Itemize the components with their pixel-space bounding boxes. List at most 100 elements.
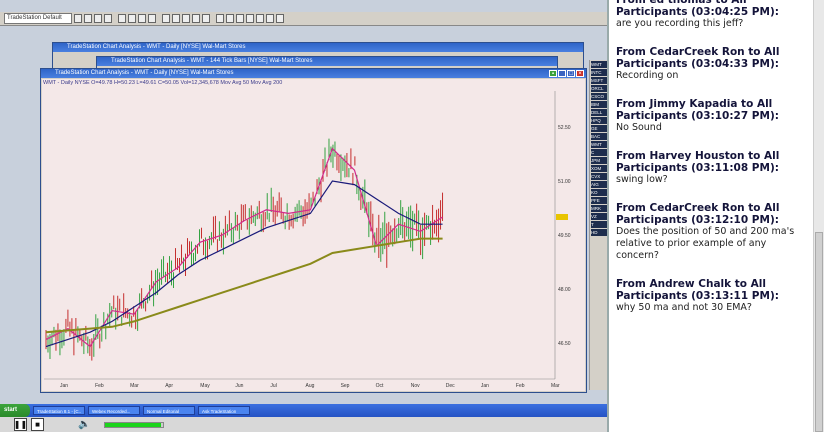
volume-icon[interactable]: 🔈 bbox=[78, 419, 90, 430]
chat-message-list: From ed thomas to All Participants (03:0… bbox=[616, 0, 812, 330]
paste-icon[interactable] bbox=[138, 14, 146, 23]
chart-canvas: 52.50 51.00 49.50 48.00 46.50 Jan Feb Mar Apr May… bbox=[44, 91, 571, 389]
copy-icon[interactable] bbox=[128, 14, 136, 23]
x-tick-label: Sep bbox=[341, 383, 350, 389]
toolbar-separator bbox=[212, 15, 214, 22]
x-tick-label: Aug bbox=[306, 383, 315, 389]
workspace-select[interactable]: TradeStation Default bbox=[4, 13, 72, 24]
x-tick-label: Nov bbox=[411, 383, 420, 389]
windows-taskbar: start TradeStation 8.1 - [C.. Webex Reco… bbox=[0, 404, 607, 417]
chat-panel: From ed thomas to All Participants (03:0… bbox=[607, 0, 824, 432]
symbol-item[interactable]: C bbox=[591, 149, 607, 156]
price-chart[interactable]: WMT - Daily NYSE O=49.78 H=50.23 L=49.61… bbox=[42, 79, 585, 391]
chat-message-sender: From CedarCreek Ron to All Participants … bbox=[616, 46, 780, 70]
recording-player-bar: ❚❚ ■ 🔈 bbox=[0, 417, 607, 432]
maximize-icon[interactable]: □ bbox=[567, 70, 575, 77]
x-tick-label: Jan bbox=[481, 383, 489, 389]
chart-window-main[interactable]: TradeStation Chart Analysis - WMT - Dail… bbox=[40, 68, 587, 393]
symbol-item[interactable]: CSCO bbox=[591, 93, 607, 100]
chat-message-text: swing low? bbox=[616, 174, 668, 185]
symbol-item[interactable]: HPQ bbox=[591, 117, 607, 124]
y-tick-label: 52.50 bbox=[558, 125, 571, 131]
fib-icon[interactable] bbox=[202, 14, 210, 23]
chat-message: From Jimmy Kapadia to All Participants (… bbox=[616, 98, 812, 134]
window-icon[interactable] bbox=[276, 14, 284, 23]
zoom-icon[interactable] bbox=[148, 14, 156, 23]
new-icon[interactable] bbox=[74, 14, 82, 23]
x-tick-label: Apr bbox=[165, 383, 173, 389]
symbol-item[interactable]: PFE bbox=[591, 197, 607, 204]
x-tick-label: Feb bbox=[95, 383, 104, 389]
refresh-icon[interactable] bbox=[236, 14, 244, 23]
alert-icon[interactable] bbox=[246, 14, 254, 23]
open-icon[interactable] bbox=[84, 14, 92, 23]
pause-button[interactable]: ❚❚ bbox=[14, 418, 27, 431]
taskbar-item[interactable]: Normal Editorial bbox=[143, 406, 195, 415]
symbol-item[interactable]: WMT bbox=[591, 61, 607, 68]
playback-progress-fill bbox=[105, 422, 161, 427]
chat-message-text: Does the position of 50 and 200 ma's rel… bbox=[616, 226, 795, 261]
trading-desktop: TradeStation Default TradeStation Chart … bbox=[0, 0, 607, 404]
symbol-item[interactable]: HD bbox=[591, 229, 607, 236]
minimize-icon[interactable]: _ bbox=[558, 70, 566, 77]
symbol-item[interactable]: WMT bbox=[591, 141, 607, 148]
symbol-item[interactable]: T bbox=[591, 221, 607, 228]
x-tick-label: Jul bbox=[270, 383, 276, 389]
text-icon[interactable] bbox=[192, 14, 200, 23]
insert-icon[interactable] bbox=[216, 14, 224, 23]
symbol-item[interactable]: VZ bbox=[591, 213, 607, 220]
taskbar-item[interactable]: Webex Recorded... bbox=[88, 406, 140, 415]
symbol-item[interactable]: XOM bbox=[591, 165, 607, 172]
symbol-item[interactable]: AIG bbox=[591, 181, 607, 188]
chat-message-sender: From Jimmy Kapadia to All Participants (… bbox=[616, 98, 779, 122]
symbol-item[interactable]: ORCL bbox=[591, 85, 607, 92]
chat-message: From CedarCreek Ron to All Participants … bbox=[616, 202, 812, 262]
pause-icon: ❚❚ bbox=[13, 420, 28, 429]
cursor-icon[interactable] bbox=[162, 14, 170, 23]
grid-icon[interactable] bbox=[266, 14, 274, 23]
symbol-item[interactable]: INTC bbox=[591, 69, 607, 76]
chat-scrollbar[interactable] bbox=[813, 0, 824, 432]
taskbar-item[interactable]: Ask TradeStation bbox=[198, 406, 250, 415]
y-tick-label: 48.00 bbox=[558, 287, 571, 293]
chat-message: From Andrew Chalk to All Participants (0… bbox=[616, 278, 812, 314]
start-button[interactable]: start bbox=[0, 404, 30, 417]
stop-button[interactable]: ■ bbox=[31, 418, 44, 431]
line-icon[interactable] bbox=[182, 14, 190, 23]
chat-message-sender: From Andrew Chalk to All Participants (0… bbox=[616, 278, 779, 302]
symbol-item[interactable]: KO bbox=[591, 189, 607, 196]
symbol-item[interactable]: BAC bbox=[591, 133, 607, 140]
x-tick-label: Jun bbox=[235, 383, 243, 389]
save-icon[interactable] bbox=[94, 14, 102, 23]
symbol-item[interactable]: IBM bbox=[591, 101, 607, 108]
draw-icon[interactable] bbox=[172, 14, 180, 23]
chat-message: From ed thomas to All Participants (03:0… bbox=[616, 0, 812, 30]
close-icon[interactable]: × bbox=[576, 70, 584, 77]
link-icon[interactable]: ▪ bbox=[549, 70, 557, 77]
window-controls: ▪ _ □ × bbox=[549, 70, 584, 77]
window-title: TradeStation Chart Analysis - WMT - Dail… bbox=[53, 43, 583, 52]
stop-icon: ■ bbox=[35, 420, 40, 429]
chat-message-sender: From CedarCreek Ron to All Participants … bbox=[616, 202, 780, 226]
symbol-item[interactable]: JPM bbox=[591, 157, 607, 164]
chat-scrollbar-thumb[interactable] bbox=[815, 232, 823, 432]
x-tick-label: Mar bbox=[551, 383, 560, 389]
format-icon[interactable] bbox=[226, 14, 234, 23]
cut-icon[interactable] bbox=[118, 14, 126, 23]
symbol-item[interactable]: DELL bbox=[591, 109, 607, 116]
chat-message-text: Recording on bbox=[616, 70, 679, 81]
chat-message-text: No Sound bbox=[616, 122, 662, 133]
chart-icon[interactable] bbox=[256, 14, 264, 23]
taskbar-item[interactable]: TradeStation 8.1 - [C.. bbox=[33, 406, 85, 415]
symbol-item[interactable]: MRK bbox=[591, 205, 607, 212]
symbol-item[interactable]: CVX bbox=[591, 173, 607, 180]
x-tick-label: Feb bbox=[516, 383, 525, 389]
toolbar-separator bbox=[158, 15, 160, 22]
y-tick-label: 51.00 bbox=[558, 179, 571, 185]
symbol-item[interactable]: MSFT bbox=[591, 77, 607, 84]
symbol-item[interactable]: GE bbox=[591, 125, 607, 132]
chat-message-sender: From ed thomas to All Participants (03:0… bbox=[616, 0, 779, 18]
chat-message-text: why 50 ma and not 30 EMA? bbox=[616, 302, 752, 313]
playback-progress[interactable] bbox=[104, 421, 165, 428]
print-icon[interactable] bbox=[104, 14, 112, 23]
